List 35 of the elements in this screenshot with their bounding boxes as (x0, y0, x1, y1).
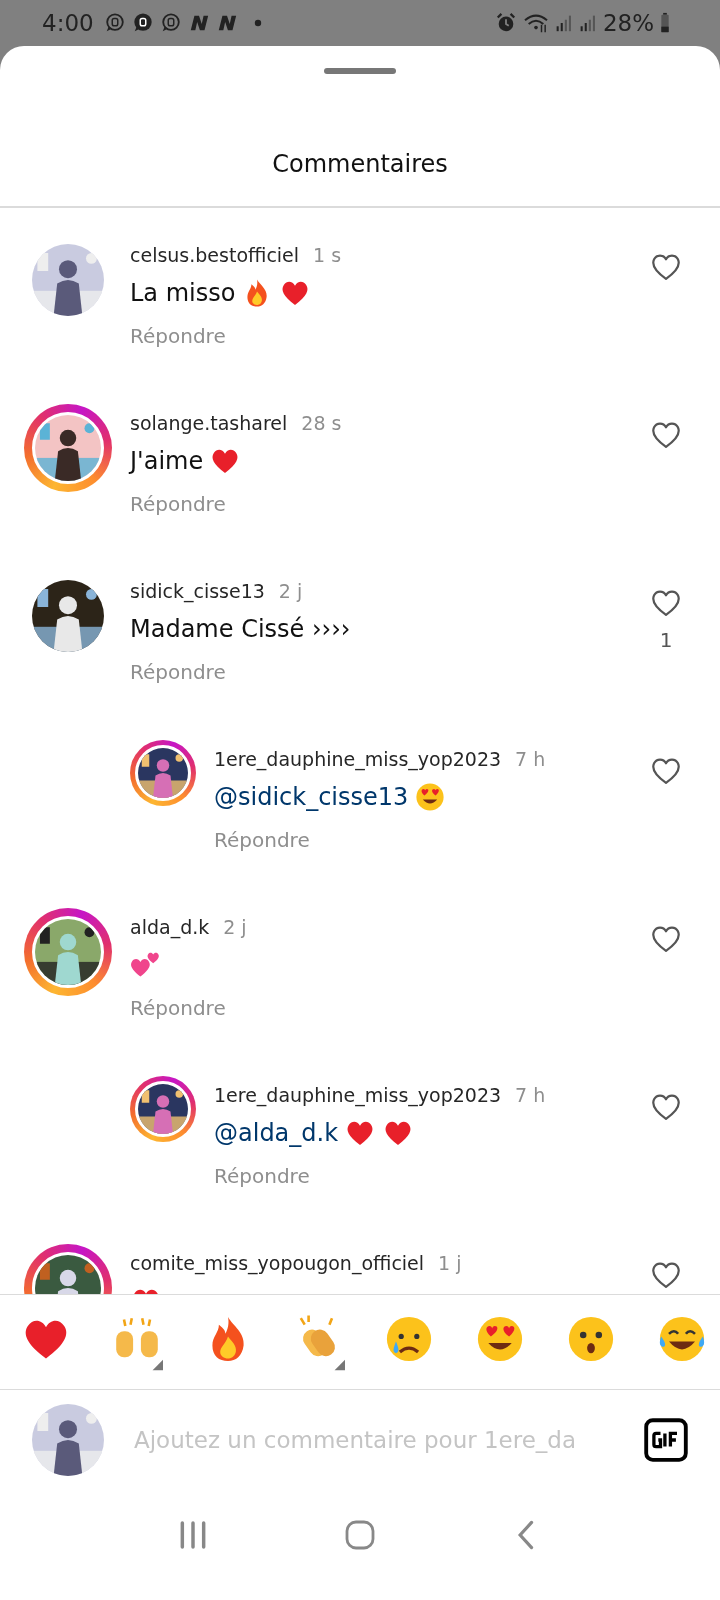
gif-button[interactable] (644, 1418, 688, 1462)
alarm-icon (494, 12, 517, 34)
drag-handle[interactable] (324, 68, 396, 74)
like-count: 1 (659, 628, 673, 652)
mention-link[interactable]: @alda_d.k (214, 1119, 339, 1147)
username[interactable]: celsus.bestofficiel (130, 244, 300, 266)
chat-bubble-icon (103, 12, 126, 34)
comment-time: 7 h (515, 1084, 546, 1106)
comment-text: J'aime (130, 447, 204, 475)
chat-bubble-icon (131, 12, 154, 34)
username[interactable]: alda_d.k (130, 916, 210, 938)
heart-eyes-icon (414, 781, 447, 813)
comment-time: 2 j (223, 916, 247, 938)
comment-text: La misso (130, 279, 236, 307)
comment-time: 28 s (301, 412, 342, 434)
username[interactable]: comite_miss_yopougon_officiel (130, 1252, 425, 1274)
comment-time: 1 s (313, 244, 342, 266)
sheet-title: Commentaires (0, 74, 720, 208)
comment-time: 7 h (515, 748, 546, 770)
username[interactable]: sidick_cisse13 (130, 580, 265, 602)
username[interactable]: solange.tasharel (130, 412, 288, 434)
username[interactable]: 1ere_dauphine_miss_yop2023 (214, 748, 502, 770)
battery-icon (660, 12, 670, 34)
gif-icon (644, 1418, 688, 1462)
mention-link[interactable]: @sidick_cisse13 (214, 783, 409, 811)
comment-time: 1 j (438, 1252, 462, 1274)
comment-time: 2 j (278, 580, 303, 602)
username[interactable]: 1ere_dauphine_miss_yop2023 (214, 1084, 502, 1106)
battery-percent: 28% (602, 10, 654, 36)
wifi-icon (522, 12, 549, 34)
home-icon[interactable] (344, 1519, 376, 1551)
chat-bubble-icon (159, 12, 182, 34)
comment-text: Madame Cissé ›››› (130, 615, 351, 643)
clock-time: 4:00 (42, 10, 94, 36)
comment-field[interactable]: Ajoutez un commentaire pour 1ere_da (132, 1426, 616, 1454)
